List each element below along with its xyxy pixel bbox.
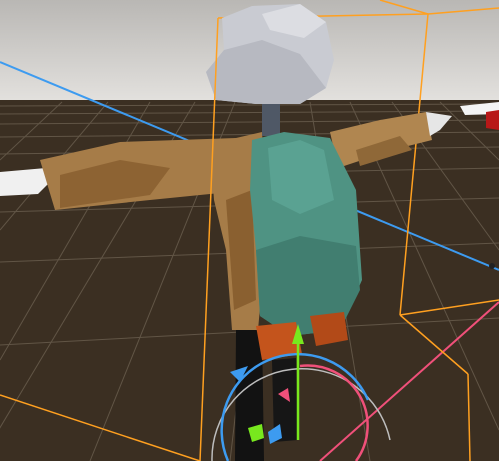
character-neck [262,100,280,136]
background-prop-dark [489,263,495,269]
background-prop-red [486,110,499,130]
scene-viewport[interactable] [0,0,499,461]
character-boot-right [310,312,348,346]
character-backpack-top [268,140,334,214]
